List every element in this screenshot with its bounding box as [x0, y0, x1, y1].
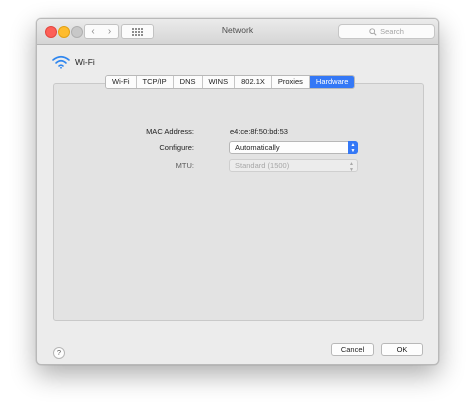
tab-dns[interactable]: DNS [173, 76, 203, 88]
popup-arrows-icon: ▲ ▼ [349, 161, 354, 173]
configure-row: Configure: Automatically ▲ ▼ [54, 141, 423, 154]
mtu-select: Standard (1500) ▲ ▼ [229, 159, 358, 173]
wifi-icon [52, 55, 70, 69]
tab-wins[interactable]: WINS [202, 76, 236, 88]
mtu-row: MTU: Standard (1500) ▲ ▼ [54, 159, 423, 173]
mac-address-label: MAC Address: [146, 127, 194, 136]
mtu-label: MTU: [175, 161, 194, 170]
tab-wifi[interactable]: Wi-Fi [106, 76, 137, 88]
tab-8021x[interactable]: 802.1X [235, 76, 272, 88]
search-placeholder: Search [380, 27, 404, 36]
mac-address-row: MAC Address: e4:ce:8f:50:bd:53 [54, 125, 423, 138]
search-field[interactable]: Search [338, 24, 435, 39]
search-icon [369, 27, 377, 36]
ok-button[interactable]: OK [381, 343, 423, 356]
configure-label: Configure: [159, 143, 194, 152]
help-button[interactable]: ? [53, 347, 65, 359]
mac-address-value: e4:ce:8f:50:bd:53 [230, 127, 288, 136]
network-window: ‹ › Network Search Wi-Fi MAC Address: e4… [36, 18, 439, 365]
settings-panel: MAC Address: e4:ce:8f:50:bd:53 Configure… [53, 83, 424, 321]
tab-hardware[interactable]: Hardware [309, 76, 355, 88]
configure-value: Automatically [235, 143, 280, 152]
tab-bar: Wi-Fi TCP/IP DNS WINS 802.1X Proxies Har… [105, 75, 356, 89]
tab-tcpip[interactable]: TCP/IP [136, 76, 174, 88]
tab-proxies[interactable]: Proxies [271, 76, 310, 88]
title-bar: ‹ › Network Search [37, 19, 438, 45]
content-area: Wi-Fi MAC Address: e4:ce:8f:50:bd:53 Con… [37, 46, 438, 364]
interface-name: Wi-Fi [75, 57, 95, 67]
cancel-button[interactable]: Cancel [331, 343, 374, 356]
mtu-value: Standard (1500) [235, 161, 290, 170]
configure-select[interactable]: Automatically ▲ ▼ [229, 141, 358, 154]
popup-arrows-icon: ▲ ▼ [348, 141, 358, 154]
